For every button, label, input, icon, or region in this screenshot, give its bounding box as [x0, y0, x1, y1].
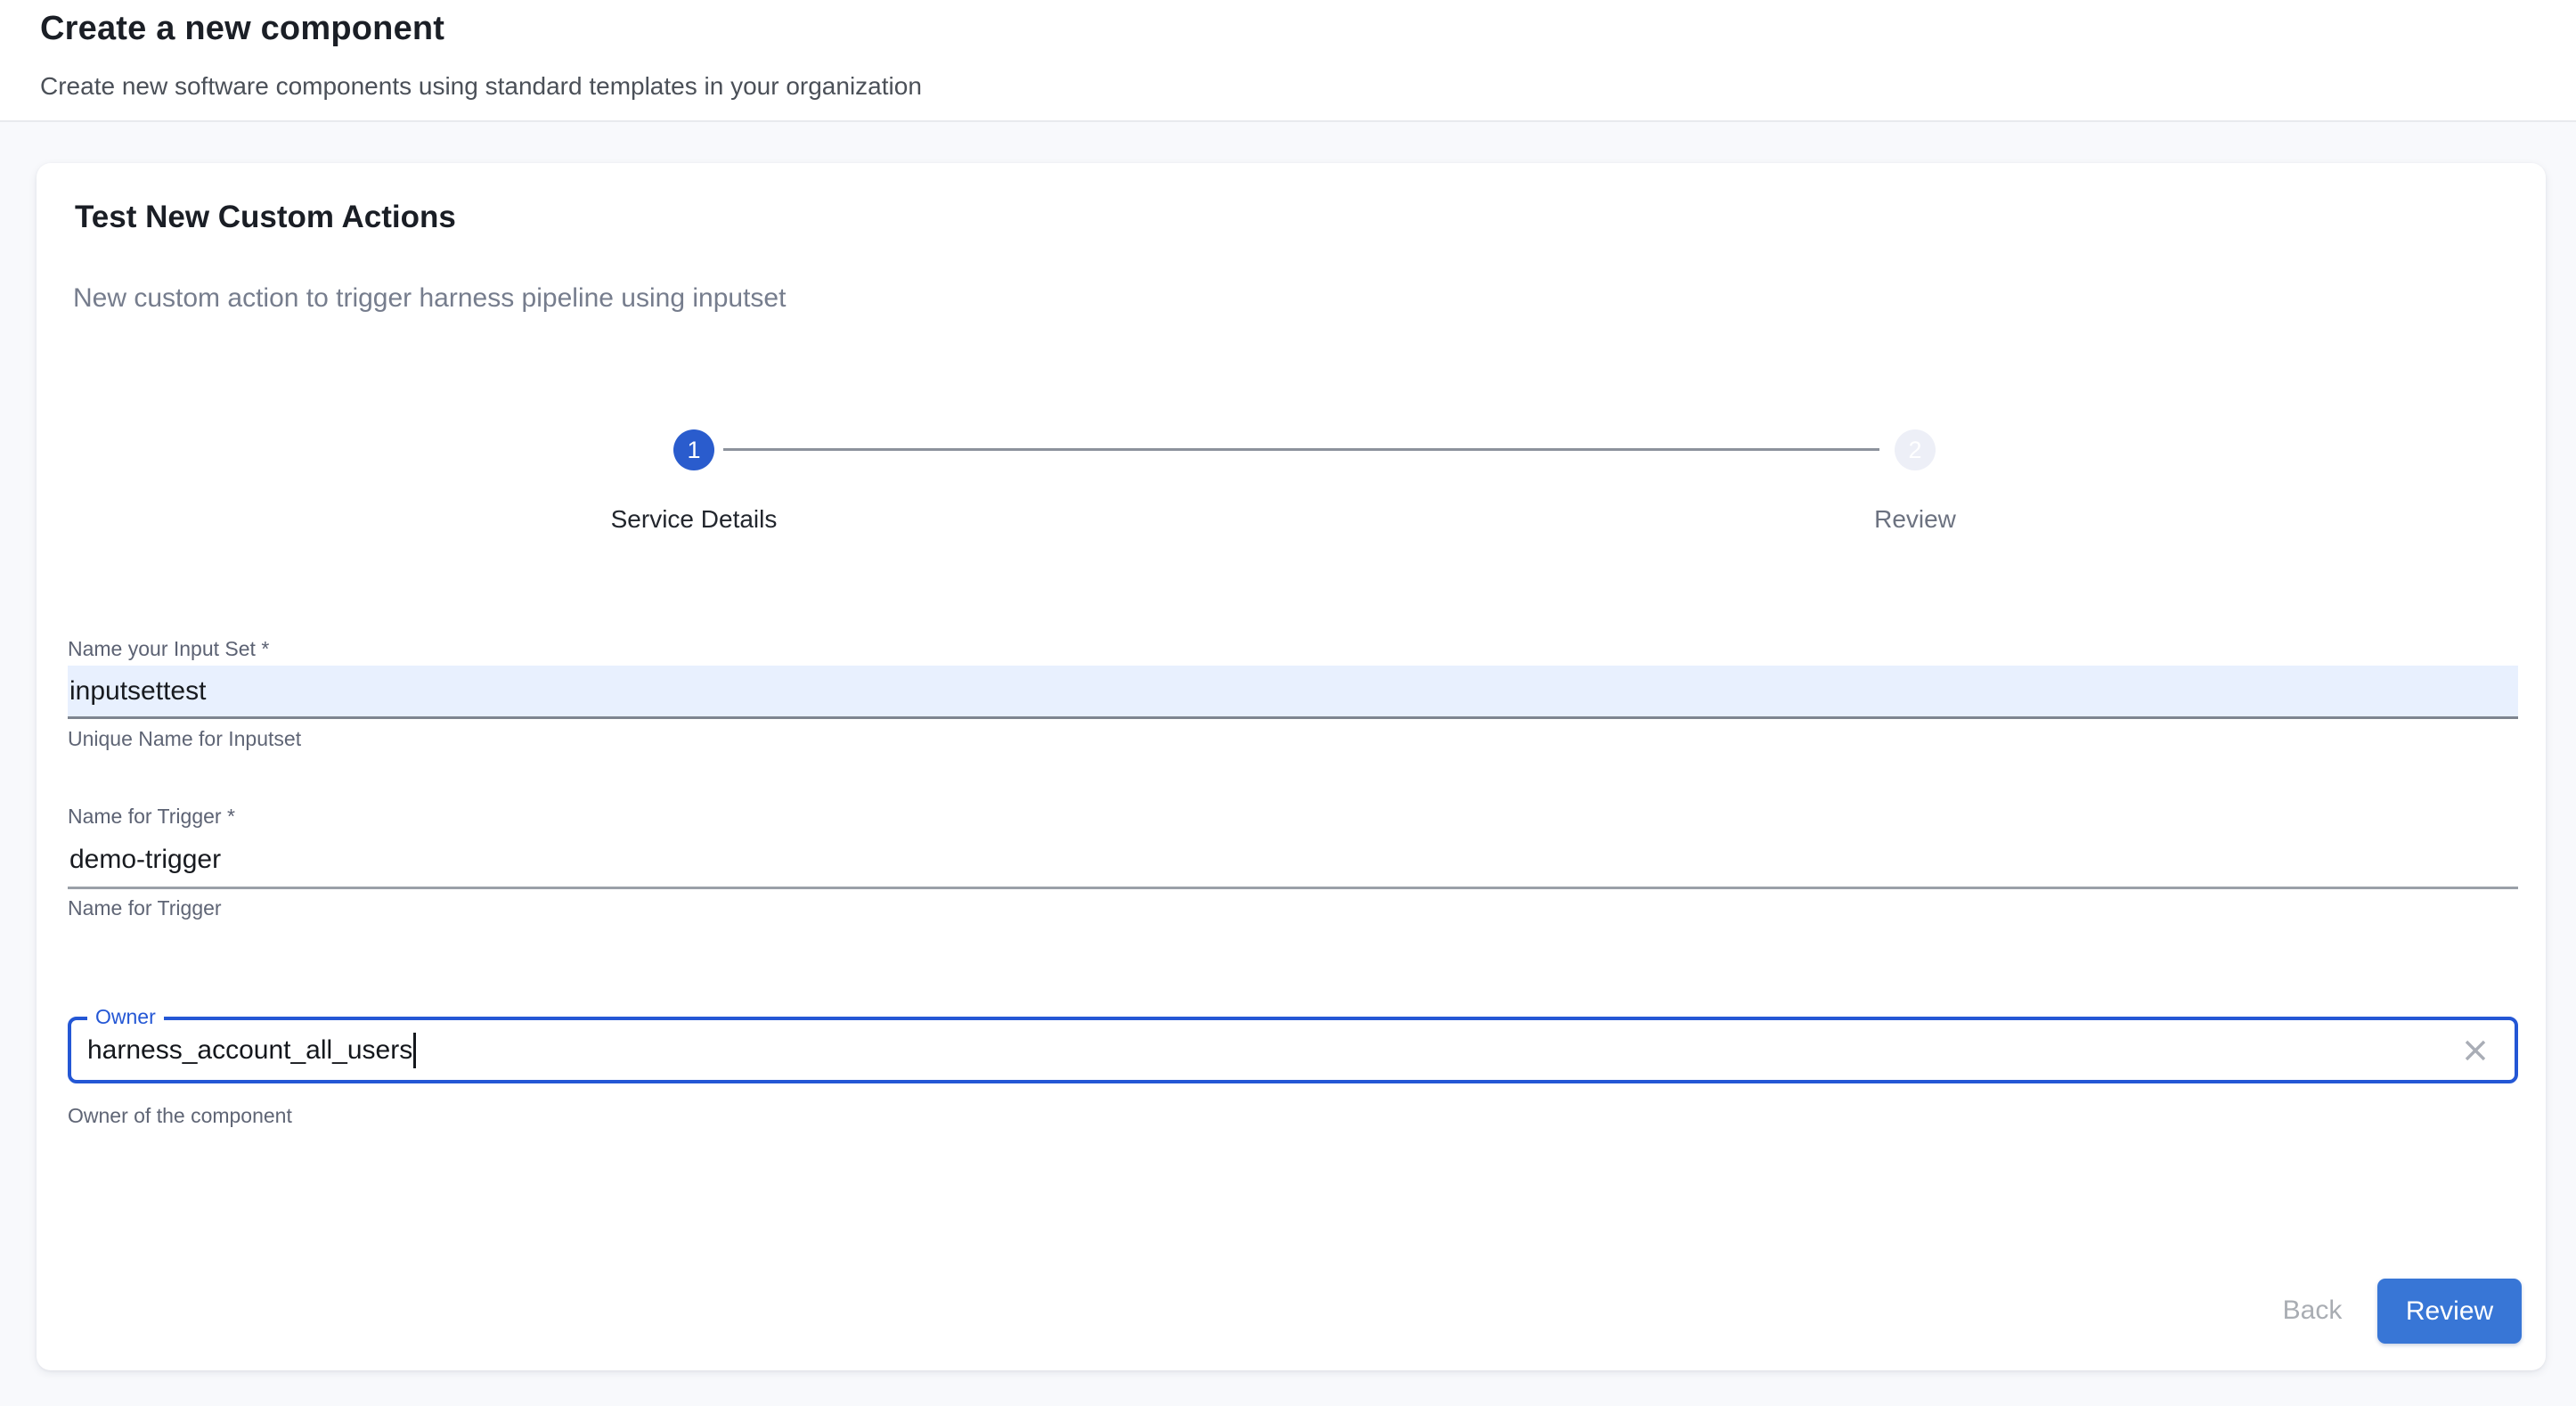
trigger-name-value: demo-trigger [68, 845, 221, 875]
stepper-connector-line [723, 448, 1879, 451]
owner-value: harness_account_all_users [87, 1035, 412, 1066]
trigger-name-input[interactable]: demo-trigger [68, 833, 2518, 889]
page-header: Create a new component Create new softwa… [0, 0, 2576, 122]
template-wizard-card: Test New Custom Actions New custom actio… [37, 163, 2546, 1370]
step-1-label: Service Details [611, 505, 778, 534]
back-button[interactable]: Back [2254, 1279, 2370, 1342]
page-title: Create a new component [40, 10, 444, 48]
clear-x-icon [2461, 1036, 2490, 1065]
owner-helper: Owner of the component [68, 1104, 292, 1128]
inputset-name-input[interactable]: inputsettest [68, 666, 2518, 719]
step-2-label: Review [1874, 505, 1956, 534]
template-description: New custom action to trigger harness pip… [73, 283, 786, 314]
trigger-name-helper: Name for Trigger [68, 896, 222, 920]
owner-label: Owner [87, 1004, 164, 1029]
inputset-name-label: Name your Input Set * [68, 637, 269, 661]
step-1-number: 1 [687, 437, 700, 464]
step-2-indicator[interactable]: 2 [1895, 429, 1936, 470]
text-cursor [413, 1033, 416, 1068]
inputset-name-helper: Unique Name for Inputset [68, 727, 301, 751]
inputset-name-value: inputsettest [68, 676, 206, 707]
step-1-indicator[interactable]: 1 [673, 429, 714, 470]
screen: Create a new component Create new softwa… [0, 0, 2576, 1406]
owner-input[interactable]: harness_account_all_users [68, 1017, 2518, 1083]
step-2-number: 2 [1908, 437, 1921, 464]
page-subtitle: Create new software components using sta… [40, 72, 922, 101]
review-button[interactable]: Review [2377, 1279, 2522, 1344]
template-title: Test New Custom Actions [75, 200, 456, 235]
page-body: Test New Custom Actions New custom actio… [0, 122, 2576, 1406]
trigger-name-label: Name for Trigger * [68, 805, 235, 829]
clear-owner-button[interactable] [2456, 1031, 2495, 1070]
owner-value-wrap: harness_account_all_users [71, 1033, 2515, 1068]
